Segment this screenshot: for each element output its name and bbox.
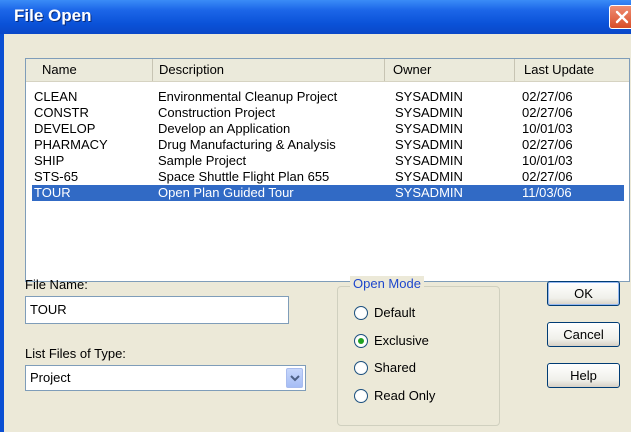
chevron-down-icon — [290, 375, 300, 382]
row-last-update: 02/27/06 — [522, 89, 573, 104]
close-button[interactable] — [609, 5, 631, 29]
file-type-label: List Files of Type: — [25, 346, 126, 361]
project-list[interactable]: Name Description Owner Last Update CLEAN… — [25, 58, 630, 282]
row-description: Sample Project — [158, 153, 247, 168]
row-name: PHARMACY — [34, 137, 108, 152]
dialog-title: File Open — [14, 6, 92, 25]
radio-default-label[interactable]: Default — [374, 305, 415, 320]
file-type-value: Project — [30, 370, 71, 385]
row-owner: SYSADMIN — [395, 185, 463, 200]
row-name: SHIP — [34, 153, 65, 168]
table-row[interactable]: SHIP Sample Project SYSADMIN 10/01/03 — [32, 153, 624, 169]
column-header-name[interactable]: Name — [42, 59, 77, 81]
row-owner: SYSADMIN — [395, 121, 463, 136]
row-description: Drug Manufacturing & Analysis — [158, 137, 336, 152]
file-type-dropdown-button[interactable] — [286, 368, 303, 388]
table-row[interactable]: CONSTR Construction Project SYSADMIN 02/… — [32, 105, 624, 121]
title-bar[interactable]: File Open — [0, 0, 631, 34]
table-row[interactable]: STS-65 Space Shuttle Flight Plan 655 SYS… — [32, 169, 624, 185]
row-owner: SYSADMIN — [395, 89, 463, 104]
row-name: CLEAN — [34, 89, 78, 104]
close-icon — [615, 10, 629, 24]
row-description: Open Plan Guided Tour — [158, 185, 294, 200]
file-name-label: File Name: — [25, 277, 88, 292]
row-last-update: 10/01/03 — [522, 153, 573, 168]
radio-read-only-label[interactable]: Read Only — [374, 388, 435, 403]
radio-default[interactable] — [354, 306, 368, 320]
row-last-update: 02/27/06 — [522, 169, 573, 184]
row-name: CONSTR — [34, 105, 89, 120]
table-row-selected[interactable]: TOUR Open Plan Guided Tour SYSADMIN 11/0… — [32, 185, 624, 201]
column-header-description[interactable]: Description — [152, 59, 224, 81]
table-row[interactable]: DEVELOP Develop an Application SYSADMIN … — [32, 121, 624, 137]
radio-shared[interactable] — [354, 361, 368, 375]
row-name: STS-65 — [34, 169, 79, 184]
row-last-update: 02/27/06 — [522, 105, 573, 120]
column-header-last-update[interactable]: Last Update — [514, 59, 594, 81]
row-description: Environmental Cleanup Project — [158, 89, 338, 104]
row-last-update: 10/01/03 — [522, 121, 573, 136]
list-header: Name Description Owner Last Update — [26, 59, 629, 82]
radio-exclusive-label[interactable]: Exclusive — [374, 333, 429, 348]
file-type-select[interactable]: Project — [25, 365, 306, 391]
radio-read-only[interactable] — [354, 389, 368, 403]
row-name: DEVELOP — [34, 121, 96, 136]
row-owner: SYSADMIN — [395, 105, 463, 120]
radio-selected-dot — [358, 338, 364, 344]
file-name-input[interactable]: TOUR — [25, 296, 289, 324]
row-description: Construction Project — [158, 105, 276, 120]
open-mode-label: Open Mode — [350, 276, 424, 291]
table-row[interactable]: CLEAN Environmental Cleanup Project SYSA… — [32, 89, 624, 105]
help-button[interactable]: Help — [547, 363, 620, 388]
row-last-update: 11/03/06 — [522, 185, 572, 200]
row-name: TOUR — [34, 185, 71, 200]
radio-exclusive[interactable] — [354, 334, 368, 348]
table-row[interactable]: PHARMACY Drug Manufacturing & Analysis S… — [32, 137, 624, 153]
row-last-update: 02/27/06 — [522, 137, 573, 152]
row-description: Develop an Application — [158, 121, 291, 136]
dialog-client-area: Name Description Owner Last Update CLEAN… — [4, 34, 631, 432]
radio-shared-label[interactable]: Shared — [374, 360, 416, 375]
cancel-button[interactable]: Cancel — [547, 322, 620, 347]
row-description: Space Shuttle Flight Plan 655 — [158, 169, 330, 184]
row-owner: SYSADMIN — [395, 153, 463, 168]
column-header-owner[interactable]: Owner — [384, 59, 431, 81]
row-owner: SYSADMIN — [395, 169, 463, 184]
ok-button[interactable]: OK — [547, 281, 620, 306]
file-open-dialog: File Open Name Description Owner Last Up… — [0, 0, 631, 432]
row-owner: SYSADMIN — [395, 137, 463, 152]
